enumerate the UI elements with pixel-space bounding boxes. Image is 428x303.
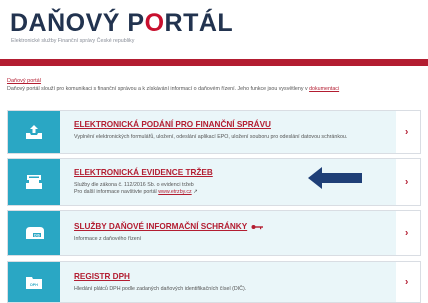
card-epodani-desc: Vyplnění elektronických formulářů, ulože…	[74, 134, 348, 140]
card-eet-desc-line2: Pro další informace navštivte portál www…	[74, 189, 198, 196]
intro-text: Daňový portál slouží pro komunikaci s fi…	[7, 86, 339, 92]
breadcrumb[interactable]: Daňový portál	[7, 78, 41, 84]
chevron-right-icon: ›	[405, 276, 409, 288]
card-registr-dph-body: REGISTR DPH Hledání plátců DPH podle zad…	[60, 262, 398, 302]
logo-part2: O	[144, 9, 165, 37]
card-dis-body: SLUŽBY DAŇOVÉ INFORMAČNÍ SCHRÁNKY Inform…	[60, 211, 398, 255]
card-epodani-body: ELEKTRONICKÁ PODÁNÍ PRO FINANČNÍ SPRÁVU …	[60, 111, 398, 153]
card-epodani-title[interactable]: ELEKTRONICKÁ PODÁNÍ PRO FINANČNÍ SPRÁVU	[74, 120, 271, 129]
header: DAŇOVÝ PORTÁL Elektronické služby Finanč…	[0, 0, 428, 56]
mailbox-label: DIS	[34, 233, 40, 237]
card-registr-dph-arrow[interactable]: ›	[396, 262, 420, 302]
chevron-right-icon: ›	[405, 227, 409, 239]
chevron-right-icon: ›	[405, 126, 409, 138]
card-dis-arrow[interactable]: ›	[396, 211, 420, 255]
external-link-icon: ↗	[193, 189, 198, 195]
intro-body: Daňový portál slouží pro komunikaci s fi…	[7, 86, 308, 92]
card-registr-dph-tile: DPH	[8, 262, 60, 302]
logo-subtitle: Elektronické služby Finanční správy Česk…	[11, 38, 135, 44]
card-dis[interactable]: DIS SLUŽBY DAŇOVÉ INFORMAČNÍ SCHRÁNKY In…	[7, 210, 421, 256]
mailbox-icon: DIS	[26, 227, 44, 239]
logo[interactable]: DAŇOVÝ PORTÁL	[10, 10, 233, 36]
card-eet-title[interactable]: ELEKTRONICKÁ EVIDENCE TRŽEB	[74, 168, 213, 177]
register-label: DPH	[30, 283, 38, 287]
card-eet-desc-line1: Služby dle zákona č. 112/2016 Sb. o evid…	[74, 182, 194, 188]
card-registr-dph-title[interactable]: REGISTR DPH	[74, 272, 130, 281]
key-icon	[251, 224, 264, 230]
card-epodani[interactable]: ELEKTRONICKÁ PODÁNÍ PRO FINANČNÍ SPRÁVU …	[7, 110, 421, 154]
logo-part1: DAŇOVÝ P	[10, 9, 145, 37]
header-red-bar	[0, 59, 428, 66]
chevron-right-icon: ›	[405, 176, 409, 188]
inbox-upload-icon	[26, 125, 42, 139]
cash-register-icon	[26, 175, 42, 189]
card-eet-desc2-text: Pro další informace navštivte portál	[74, 189, 157, 195]
card-registr-dph[interactable]: DPH REGISTR DPH Hledání plátců DPH podle…	[7, 261, 421, 303]
card-epodani-tile	[8, 111, 60, 153]
card-dis-desc: Informace z daňového řízení	[74, 236, 142, 242]
card-dis-tile: DIS	[8, 211, 60, 255]
etrzby-link[interactable]: www.etrzby.cz	[158, 189, 191, 195]
annotation-arrow-icon	[308, 167, 362, 189]
card-eet-arrow[interactable]: ›	[396, 159, 420, 205]
card-epodani-arrow[interactable]: ›	[396, 111, 420, 153]
card-dis-title-wrap: SLUŽBY DAŇOVÉ INFORMAČNÍ SCHRÁNKY	[74, 222, 264, 231]
logo-part3: RTÁL	[164, 9, 234, 37]
documentation-link[interactable]: dokumentaci	[309, 86, 339, 92]
card-dis-title[interactable]: SLUŽBY DAŇOVÉ INFORMAČNÍ SCHRÁNKY	[74, 222, 247, 231]
register-folder-icon: DPH	[26, 277, 42, 289]
card-eet-tile	[8, 159, 60, 205]
card-registr-dph-desc: Hledání plátců DPH podle zadaných daňový…	[74, 286, 247, 292]
